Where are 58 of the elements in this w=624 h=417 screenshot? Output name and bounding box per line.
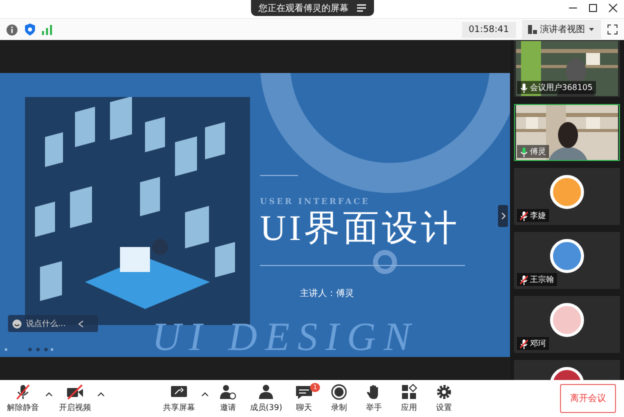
participant-name: 李婕 xyxy=(530,210,546,221)
banner-text: 您正在观看傅灵的屏幕 xyxy=(258,2,348,14)
layout-icon xyxy=(528,25,537,34)
video-tile[interactable]: 李婕 xyxy=(514,168,620,225)
participant-name: 会议用户368105 xyxy=(530,82,593,93)
participant-name: 王宗翰 xyxy=(530,274,554,285)
chat-input-field[interactable]: 说点什么... xyxy=(8,315,98,332)
presenter-label: 主讲人：傅灵 xyxy=(300,288,354,300)
view-mode-button[interactable]: 演讲者视图 xyxy=(522,20,601,39)
video-tile[interactable]: 傅灵 xyxy=(514,104,620,161)
apps-grid-icon xyxy=(400,384,418,400)
close-icon[interactable] xyxy=(608,3,618,13)
toolbar-button[interactable]: 邀请 xyxy=(212,384,244,413)
participant-name: 邓珂 xyxy=(530,338,546,349)
toolbar-button[interactable]: 解除静音 xyxy=(4,384,42,413)
camera-off-icon xyxy=(66,384,84,400)
menu-icon[interactable] xyxy=(356,4,366,12)
expand-panel-button[interactable] xyxy=(498,205,508,227)
page-dots-drawing xyxy=(4,347,54,352)
invite-person-icon xyxy=(218,384,237,400)
maximize-icon[interactable] xyxy=(588,3,598,13)
meeting-timer: 01:58:41 xyxy=(462,22,516,38)
video-tile[interactable]: 王宗翰 xyxy=(514,232,620,289)
video-tile[interactable]: 邓珂 xyxy=(514,296,620,353)
caret-icon[interactable] xyxy=(97,390,105,396)
caret-icon[interactable] xyxy=(45,390,53,396)
slide-title: UI界面设计 xyxy=(260,208,460,250)
toolbar-button[interactable]: 共享屏幕 xyxy=(160,384,198,413)
toolbar-button[interactable]: 举手 xyxy=(358,384,390,413)
chat-input[interactable]: 说点什么... xyxy=(26,319,74,328)
avatar xyxy=(550,239,584,273)
info-icon[interactable] xyxy=(6,24,18,36)
avatar xyxy=(550,303,584,337)
toolbar-button[interactable]: 成员(39) xyxy=(246,384,286,413)
caret-icon[interactable] xyxy=(200,390,209,396)
toolbar-button[interactable]: 录制 xyxy=(323,384,356,413)
toolbar-button[interactable]: 应用 xyxy=(393,384,426,413)
person-icon xyxy=(256,384,275,400)
collapse-icon[interactable] xyxy=(78,320,84,328)
chat-bubble-icon xyxy=(295,384,314,400)
muted-mic-icon xyxy=(14,384,32,400)
toolbar-button[interactable]: 开启视频 xyxy=(56,384,94,413)
emoji-icon[interactable] xyxy=(12,318,22,328)
share-screen-icon xyxy=(170,384,188,400)
signal-icon[interactable] xyxy=(42,24,53,34)
video-tile[interactable]: 会议用户368105 xyxy=(514,40,620,97)
chevron-right-icon xyxy=(500,212,506,220)
slide-subtitle: USER INTERFACE xyxy=(260,196,370,206)
toolbar-button[interactable]: 设置 xyxy=(428,384,460,413)
leave-meeting-button[interactable]: 离开会议 xyxy=(560,384,616,413)
caret-icon xyxy=(588,27,595,32)
record-icon xyxy=(330,384,348,400)
shield-icon[interactable] xyxy=(24,23,36,36)
avatar xyxy=(550,175,584,209)
settings-icon xyxy=(435,384,454,400)
fullscreen-icon[interactable] xyxy=(607,24,618,35)
slide-watermark-text: UI DESIGN xyxy=(152,317,418,357)
participant-name: 傅灵 xyxy=(530,146,546,157)
